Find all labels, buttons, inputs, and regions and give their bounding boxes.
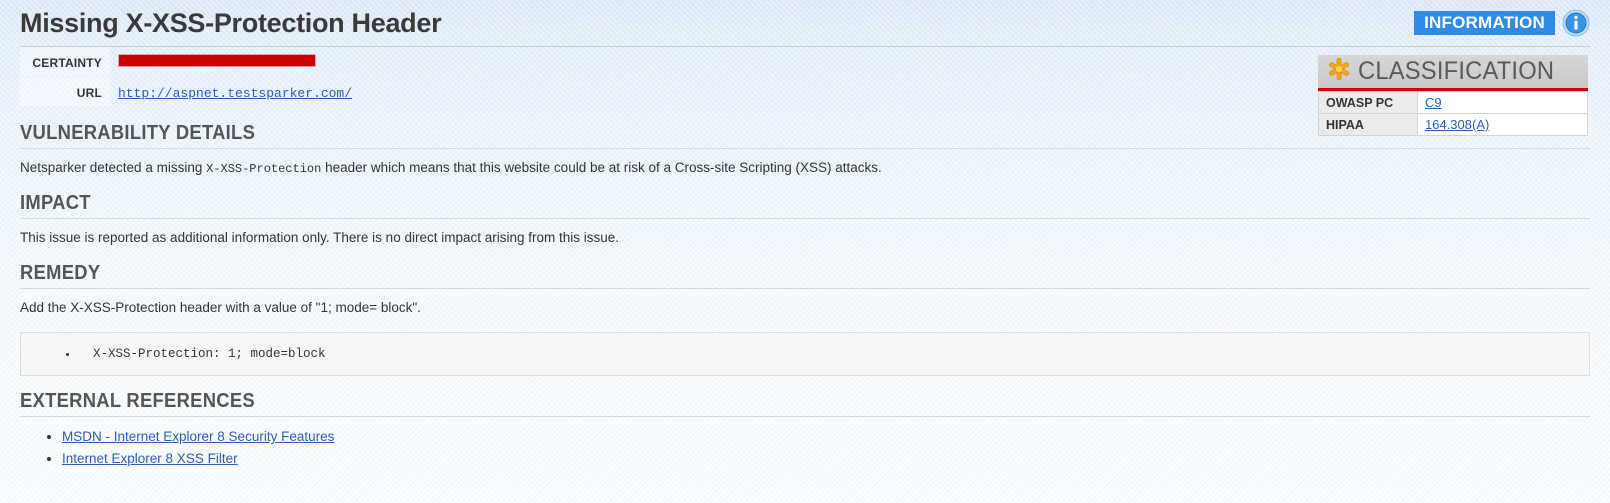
- classification-key: HIPAA: [1319, 114, 1418, 136]
- remedy-code-list: X-XSS-Protection: 1; mode=block: [21, 345, 1589, 364]
- report-header: Missing X-XSS-Protection Header INFORMAT…: [20, 0, 1590, 46]
- section-divider: [20, 218, 1590, 219]
- severity-group: INFORMATION: [1414, 9, 1590, 37]
- section-heading: EXTERNAL REFERENCES: [20, 390, 1464, 416]
- certainty-label: CERTAINTY: [20, 47, 110, 76]
- list-item: Internet Explorer 8 XSS Filter: [62, 448, 1590, 469]
- details-header-name: X-XSS-Protection: [206, 162, 321, 176]
- classification-link[interactable]: C9: [1425, 95, 1442, 110]
- vulnerability-report-page: Missing X-XSS-Protection Header INFORMAT…: [0, 0, 1610, 469]
- section-impact: IMPACT This issue is reported as additio…: [20, 192, 1590, 248]
- classification-title: CLASSIFICATION: [1358, 57, 1554, 86]
- details-text-after: header which means that this website cou…: [321, 160, 882, 175]
- classification-table: OWASP PC C9 HIPAA 164.308(A): [1318, 91, 1588, 136]
- classification-link[interactable]: 164.308(A): [1425, 117, 1489, 132]
- target-url-link[interactable]: http://aspnet.testsparker.com/: [118, 86, 352, 101]
- classification-panel: CLASSIFICATION OWASP PC C9 HIPAA 164.308…: [1318, 55, 1588, 136]
- list-item: X-XSS-Protection: 1; mode=block: [79, 345, 1589, 364]
- section-heading: VULNERABILITY DETAILS: [20, 122, 1464, 148]
- details-text-before: Netsparker detected a missing: [20, 160, 206, 175]
- status-badge[interactable]: INFORMATION: [1414, 11, 1555, 35]
- section-heading: REMEDY: [20, 262, 1464, 288]
- remedy-text: Add the X-XSS-Protection header with a v…: [20, 298, 1590, 318]
- list-item: MSDN - Internet Explorer 8 Security Feat…: [62, 426, 1590, 447]
- asterisk-star-icon: [1326, 56, 1352, 87]
- reference-link[interactable]: Internet Explorer 8 XSS Filter: [62, 451, 238, 466]
- classification-key: OWASP PC: [1319, 92, 1418, 114]
- classification-value: 164.308(A): [1418, 114, 1588, 136]
- remedy-code-block: X-XSS-Protection: 1; mode=block: [20, 332, 1590, 377]
- table-row: OWASP PC C9: [1319, 92, 1588, 114]
- section-divider: [20, 148, 1590, 149]
- impact-text: This issue is reported as additional inf…: [20, 228, 1590, 248]
- section-external-references: EXTERNAL REFERENCES MSDN - Internet Expl…: [20, 390, 1590, 469]
- info-circle-icon[interactable]: [1562, 9, 1590, 37]
- certainty-bar: [118, 54, 316, 67]
- reference-list: MSDN - Internet Explorer 8 Security Feat…: [20, 426, 1590, 469]
- section-heading: IMPACT: [20, 192, 1464, 218]
- header-divider: [20, 46, 1590, 47]
- section-divider: [20, 416, 1590, 417]
- reference-link[interactable]: MSDN - Internet Explorer 8 Security Feat…: [62, 429, 334, 444]
- section-remedy: REMEDY Add the X-XSS-Protection header w…: [20, 262, 1590, 376]
- url-label: URL: [20, 77, 110, 106]
- details-text: Netsparker detected a missing X-XSS-Prot…: [20, 158, 1590, 178]
- section-divider: [20, 288, 1590, 289]
- classification-value: C9: [1418, 92, 1588, 114]
- page-title: Missing X-XSS-Protection Header: [20, 8, 441, 39]
- table-row: HIPAA 164.308(A): [1319, 114, 1588, 136]
- classification-header: CLASSIFICATION: [1318, 55, 1588, 91]
